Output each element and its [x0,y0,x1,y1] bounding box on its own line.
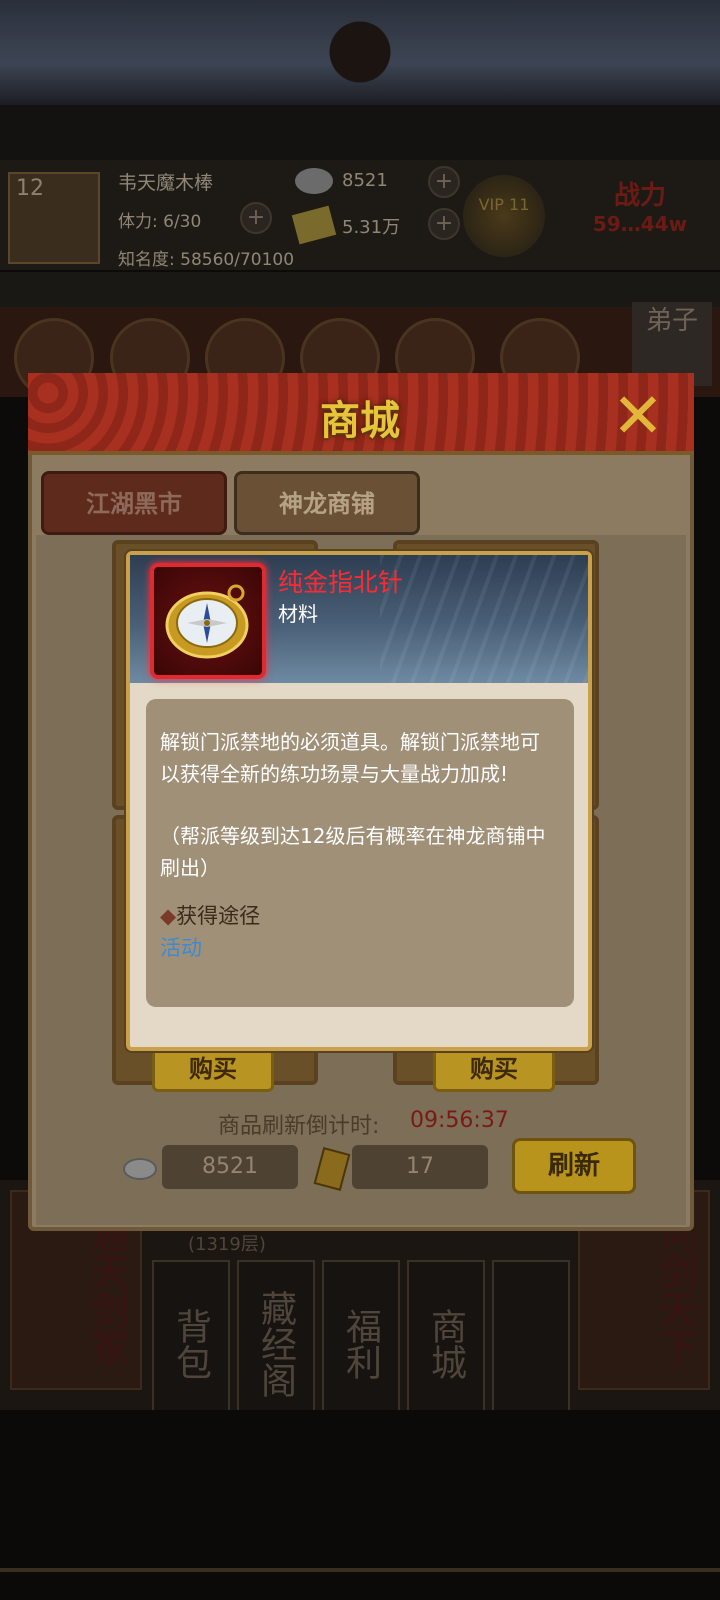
silver-amount: 8521 [342,170,388,191]
close-icon[interactable]: ✕ [598,381,678,451]
vip-badge[interactable]: VIP 11 [463,175,545,257]
add-gold-icon[interactable]: + [428,208,460,240]
refresh-countdown-time: 09:56:37 [410,1108,509,1133]
tab-black-market[interactable]: 江湖黑市 [41,471,227,535]
top-dark-band [0,105,720,160]
item-description: 解锁门派禁地的必须道具。解锁门派禁地可以获得全新的练功场景与大量战力加成! [160,730,540,786]
menu-bag[interactable]: 背包 [152,1260,230,1428]
tower-floor-label: (1319层) [188,1234,266,1255]
combat-power-label: 战力 [613,181,666,211]
silver-balance: 8521 [162,1145,298,1189]
refresh-button[interactable]: 刷新 [512,1138,636,1194]
menu-library[interactable]: 藏经阁 [237,1260,315,1428]
bottom-background [0,1410,720,1600]
refresh-countdown-label: 商品刷新倒计时: [218,1114,380,1139]
stamina-label: 体力: 6/30 [118,212,202,232]
add-silver-icon[interactable]: + [428,166,460,198]
source-link-activity[interactable]: 活动 [160,932,202,962]
shop-title: 商城 [320,398,400,444]
menu-welfare[interactable]: 福利 [322,1260,400,1428]
roof-banner [0,0,720,105]
roof-ornament [300,20,420,100]
item-name: 纯金指北针 [278,568,404,597]
source-title-text: 获得途径 [176,904,261,928]
fame-label: 知名度: 58560/70100 [118,250,295,270]
token-balance: 17 [352,1145,488,1189]
compass-icon [165,584,249,659]
buy-button[interactable]: 购买 [433,1046,555,1092]
item-type: 材料 [278,602,318,626]
combat-power: 战力 59…44w [575,175,705,255]
bottom-divider [0,1568,720,1572]
add-stamina-icon[interactable]: + [240,202,272,234]
item-note: （帮派等级到达12级后有概率在神龙商铺中刷出） [160,824,546,880]
player-level: 12 [16,176,44,201]
menu-shop[interactable]: 商城 [407,1260,485,1428]
silver-ingot-icon [295,168,333,194]
diamond-icon: ◆ [160,904,177,928]
menu-extra[interactable] [492,1260,570,1428]
silver-ingot-icon [123,1158,157,1180]
combat-power-value: 59…44w [592,212,688,236]
ink-painting-decoration [380,555,588,683]
player-name: 韦天魔木棒 [118,172,214,194]
gold-amount: 5.31万 [342,217,401,238]
source-title: ◆获得途径 [160,900,260,930]
separator-strip [0,272,720,307]
tab-dragon-shop[interactable]: 神龙商铺 [234,471,420,535]
buy-button[interactable]: 购买 [152,1046,274,1092]
